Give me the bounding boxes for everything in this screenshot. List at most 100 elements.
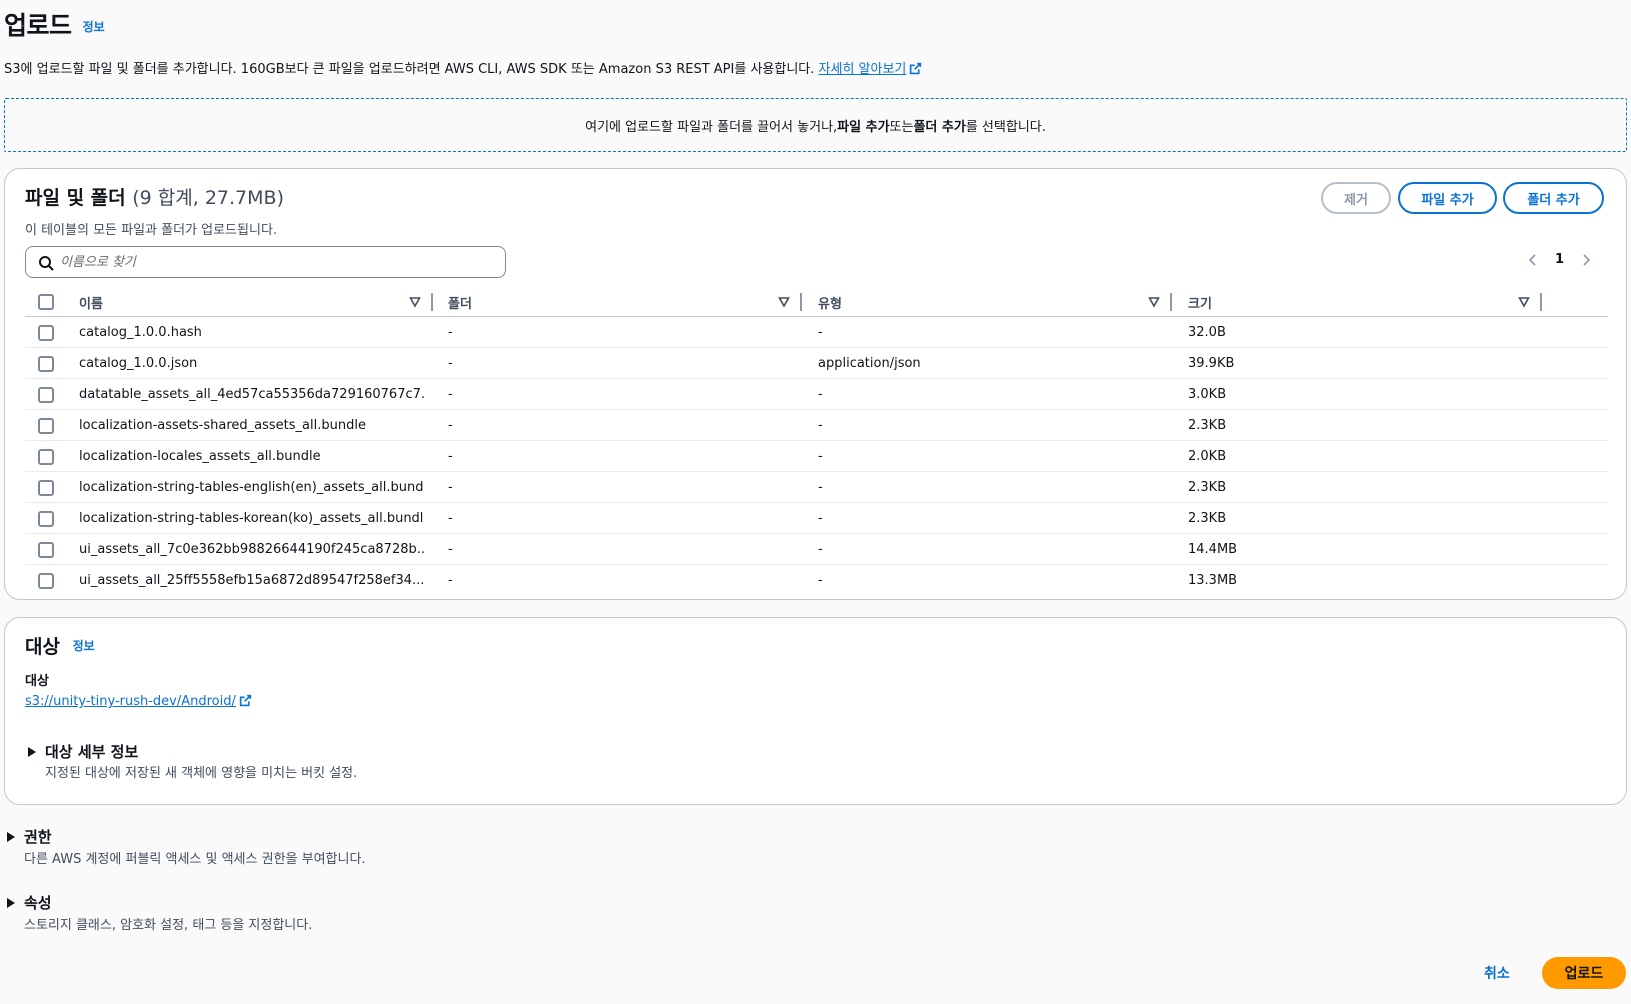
permissions-desc: 다른 AWS 계정에 퍼블릭 액세스 및 액세스 권한을 부여합니다. <box>24 852 366 867</box>
table-row: ui_assets_all_25ff5558efb15a6872d89547f2… <box>25 565 1608 596</box>
file-type: - <box>818 325 823 340</box>
cancel-button[interactable]: 취소 <box>1484 963 1510 983</box>
row-checkbox[interactable] <box>38 418 54 434</box>
file-size: 2.3KB <box>1188 418 1227 433</box>
select-all-checkbox[interactable] <box>38 294 54 310</box>
row-checkbox[interactable] <box>38 449 54 465</box>
chevron-right-icon[interactable] <box>1580 253 1592 267</box>
row-checkbox[interactable] <box>38 511 54 527</box>
column-header-size[interactable]: 크기 <box>1188 287 1542 317</box>
page-description-text: S3에 업로드할 파일 및 폴더를 추가합니다. 160GB보다 큰 파일을 업… <box>4 62 815 77</box>
file-size: 13.3MB <box>1188 573 1238 588</box>
file-name: catalog_1.0.0.hash <box>79 325 202 340</box>
file-type: application/json <box>818 356 921 371</box>
destination-link-text: s3://unity-tiny-rush-dev/Android/ <box>25 694 236 709</box>
row-checkbox[interactable] <box>38 573 54 589</box>
file-folder: - <box>448 356 453 371</box>
file-name: localization-string-tables-english(en)_a… <box>79 480 424 495</box>
file-folder: - <box>448 449 453 464</box>
permissions-title: 권한 <box>24 828 52 846</box>
file-type: - <box>818 480 823 495</box>
row-checkbox[interactable] <box>38 542 54 558</box>
permissions-expander[interactable]: 권한 <box>6 826 52 847</box>
table-row: catalog_1.0.0.hash - - 32.0B <box>25 317 1608 348</box>
file-name: catalog_1.0.0.json <box>79 356 198 371</box>
destination-heading: 대상 <box>25 636 60 658</box>
files-panel-heading: 파일 및 폴더 <box>25 187 126 209</box>
column-header-type[interactable]: 유형 <box>818 287 1172 317</box>
file-folder: - <box>448 418 453 433</box>
destination-details-expander[interactable]: 대상 세부 정보 <box>27 741 138 762</box>
file-name: datatable_assets_all_4ed57ca55356da72916… <box>79 387 424 402</box>
caret-right-icon <box>7 897 15 908</box>
destination-details-desc: 지정된 대상에 저장된 새 객체에 영향을 미치는 버킷 설정. <box>45 766 358 781</box>
column-divider[interactable] <box>800 293 802 311</box>
file-type: - <box>818 542 823 557</box>
add-folder-button[interactable]: 폴더 추가 <box>1503 182 1604 214</box>
search-box <box>25 246 506 278</box>
files-panel-subtitle: 이 테이블의 모든 파일과 폴더가 업로드됩니다. <box>25 223 278 238</box>
file-folder: - <box>448 325 453 340</box>
table-row: localization-string-tables-korean(ko)_as… <box>25 503 1608 534</box>
file-size: 3.0KB <box>1188 387 1227 402</box>
row-checkbox[interactable] <box>38 356 54 372</box>
info-link[interactable]: 정보 <box>83 20 105 34</box>
destination-link[interactable]: s3://unity-tiny-rush-dev/Android/ <box>25 694 252 709</box>
column-label: 이름 <box>79 296 103 312</box>
row-checkbox[interactable] <box>38 387 54 403</box>
upload-button[interactable]: 업로드 <box>1542 957 1626 989</box>
external-link-icon <box>910 62 922 75</box>
dropzone-add-files: 파일 추가 <box>837 119 890 135</box>
table-row: ui_assets_all_7c0e362bb98826644190f245ca… <box>25 534 1608 565</box>
file-type: - <box>818 449 823 464</box>
properties-title: 속성 <box>24 894 52 912</box>
table-row: datatable_assets_all_4ed57ca55356da72916… <box>25 379 1608 410</box>
column-header-folder[interactable]: 폴더 <box>448 287 802 317</box>
file-type: - <box>818 387 823 402</box>
search-icon <box>39 256 54 271</box>
dropzone-add-folder: 폴더 추가 <box>913 119 966 135</box>
file-name: localization-string-tables-korean(ko)_as… <box>79 511 424 526</box>
column-label: 폴더 <box>448 296 472 312</box>
destination-panel: 대상 정보 대상 s3://unity-tiny-rush-dev/Androi… <box>4 617 1627 805</box>
remove-button[interactable]: 제거 <box>1321 182 1391 214</box>
dropzone-or: 또는 <box>889 119 914 135</box>
column-header-name[interactable]: 이름 <box>79 287 433 317</box>
file-type: - <box>818 511 823 526</box>
file-size: 14.4MB <box>1188 542 1238 557</box>
file-folder: - <box>448 387 453 402</box>
destination-panel-title: 대상 정보 <box>25 632 95 659</box>
learn-more-label: 자세히 알아보기 <box>818 62 907 77</box>
row-checkbox[interactable] <box>38 480 54 496</box>
external-link-icon <box>239 694 252 707</box>
column-divider[interactable] <box>1170 293 1172 311</box>
column-divider[interactable] <box>431 293 433 311</box>
properties-expander[interactable]: 속성 <box>6 892 52 913</box>
column-label: 유형 <box>818 296 842 312</box>
column-divider[interactable] <box>1540 293 1542 311</box>
add-files-button[interactable]: 파일 추가 <box>1398 182 1497 214</box>
file-type: - <box>818 573 823 588</box>
sort-icon[interactable] <box>409 296 421 308</box>
sort-icon[interactable] <box>1518 296 1530 308</box>
sort-icon[interactable] <box>778 296 790 308</box>
row-checkbox[interactable] <box>38 325 54 341</box>
file-name: localization-assets-shared_assets_all.bu… <box>79 418 366 433</box>
search-input[interactable] <box>60 254 505 270</box>
destination-details-title: 대상 세부 정보 <box>45 743 139 761</box>
chevron-left-icon[interactable] <box>1527 253 1539 267</box>
destination-info-link[interactable]: 정보 <box>73 639 95 653</box>
table-row: localization-locales_assets_all.bundle -… <box>25 441 1608 472</box>
file-dropzone[interactable]: 여기에 업로드할 파일과 폴더를 끌어서 놓거나, 파일 추가 또는 폴더 추가… <box>4 98 1627 152</box>
table-row: localization-assets-shared_assets_all.bu… <box>25 410 1608 441</box>
file-size: 39.9KB <box>1188 356 1235 371</box>
files-and-folders-panel: 파일 및 폴더 (9 합계, 27.7MB) 이 테이블의 모든 파일과 폴더가… <box>4 168 1627 600</box>
page-number[interactable]: 1 <box>1555 252 1564 267</box>
file-type: - <box>818 418 823 433</box>
table-row: localization-string-tables-english(en)_a… <box>25 472 1608 503</box>
learn-more-link[interactable]: 자세히 알아보기 <box>819 62 923 77</box>
sort-icon[interactable] <box>1148 296 1160 308</box>
destination-label: 대상 <box>25 674 49 689</box>
table-header: 이름 폴더 유형 크기 <box>25 287 1608 317</box>
properties-desc: 스토리지 클래스, 암호화 설정, 태그 등을 지정합니다. <box>24 918 313 933</box>
